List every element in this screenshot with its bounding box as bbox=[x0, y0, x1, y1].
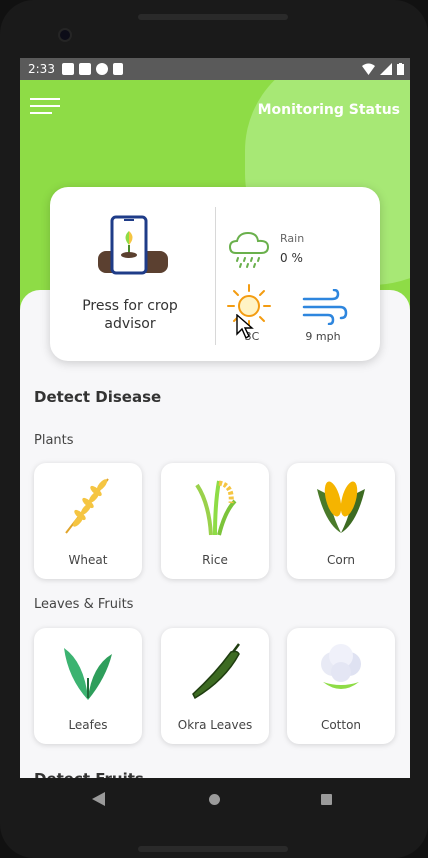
leaf-label: Okra Leaves bbox=[177, 718, 253, 732]
app-screen: 2:33 Monitoring Status Press for crop ad… bbox=[20, 58, 410, 778]
back-icon[interactable] bbox=[92, 792, 106, 806]
status-system-icons bbox=[362, 63, 404, 75]
settings-icon bbox=[96, 63, 108, 75]
rain-value: 0 % bbox=[280, 251, 303, 265]
bottom-speaker bbox=[138, 846, 288, 852]
corn-icon bbox=[317, 481, 365, 533]
notification-square-icon bbox=[62, 63, 74, 75]
speaker-grille bbox=[138, 14, 288, 20]
hamburger-menu-icon[interactable] bbox=[30, 98, 62, 118]
rice-icon bbox=[195, 480, 237, 536]
wheat-icon bbox=[65, 478, 109, 534]
detect-fruits-title: Detect Fruits bbox=[34, 770, 144, 778]
rain-label: Rain bbox=[280, 232, 305, 245]
device-frame: 2:33 Monitoring Status Press for crop ad… bbox=[0, 0, 428, 858]
wind-value: 9 mph bbox=[305, 330, 341, 343]
battery-icon bbox=[397, 63, 404, 75]
plant-tile-corn[interactable]: Corn bbox=[287, 463, 395, 579]
cotton-icon bbox=[321, 644, 361, 689]
plant-label: Rice bbox=[202, 553, 228, 567]
home-icon[interactable] bbox=[209, 794, 220, 805]
notification-square-icon bbox=[79, 63, 91, 75]
leaf-tile-okra[interactable]: Okra Leaves bbox=[161, 628, 269, 744]
okra-icon bbox=[192, 643, 240, 700]
rain-cloud-icon bbox=[228, 231, 270, 268]
mouse-cursor-icon bbox=[236, 314, 254, 340]
banana-leaf-icon bbox=[64, 648, 112, 700]
plant-label: Corn bbox=[326, 553, 356, 567]
plants-subtitle: Plants bbox=[34, 433, 74, 448]
page-title: Monitoring Status bbox=[257, 102, 400, 118]
leaf-tile-cotton[interactable]: Cotton bbox=[287, 628, 395, 744]
plant-label: Wheat bbox=[68, 553, 108, 567]
phone-plant-icon bbox=[98, 215, 168, 275]
leaf-tile-leafes[interactable]: Leafes bbox=[34, 628, 142, 744]
wind-icon bbox=[302, 289, 348, 325]
crop-advisor-button[interactable]: Press for crop advisor bbox=[50, 187, 215, 361]
detect-disease-title: Detect Disease bbox=[34, 388, 162, 406]
front-camera bbox=[58, 28, 72, 42]
signal-icon bbox=[380, 63, 392, 75]
status-bar: 2:33 bbox=[20, 58, 410, 80]
crop-advisor-label: Press for crop advisor bbox=[82, 298, 178, 332]
wifi-icon bbox=[362, 63, 375, 75]
advisor-weather-card: Press for crop advisor Rain 0 % 3C 9 mph bbox=[50, 187, 380, 361]
plant-tile-wheat[interactable]: Wheat bbox=[34, 463, 142, 579]
status-notification-icons bbox=[62, 63, 123, 75]
plant-tile-rice[interactable]: Rice bbox=[161, 463, 269, 579]
sim-icon bbox=[113, 63, 123, 75]
status-time: 2:33 bbox=[28, 62, 55, 76]
leaves-fruits-subtitle: Leaves & Fruits bbox=[34, 597, 134, 612]
card-divider bbox=[215, 207, 216, 345]
leaf-label: Cotton bbox=[320, 718, 362, 732]
leaf-label: Leafes bbox=[68, 718, 108, 732]
android-nav-bar bbox=[0, 778, 428, 824]
recent-apps-icon[interactable] bbox=[321, 794, 332, 805]
